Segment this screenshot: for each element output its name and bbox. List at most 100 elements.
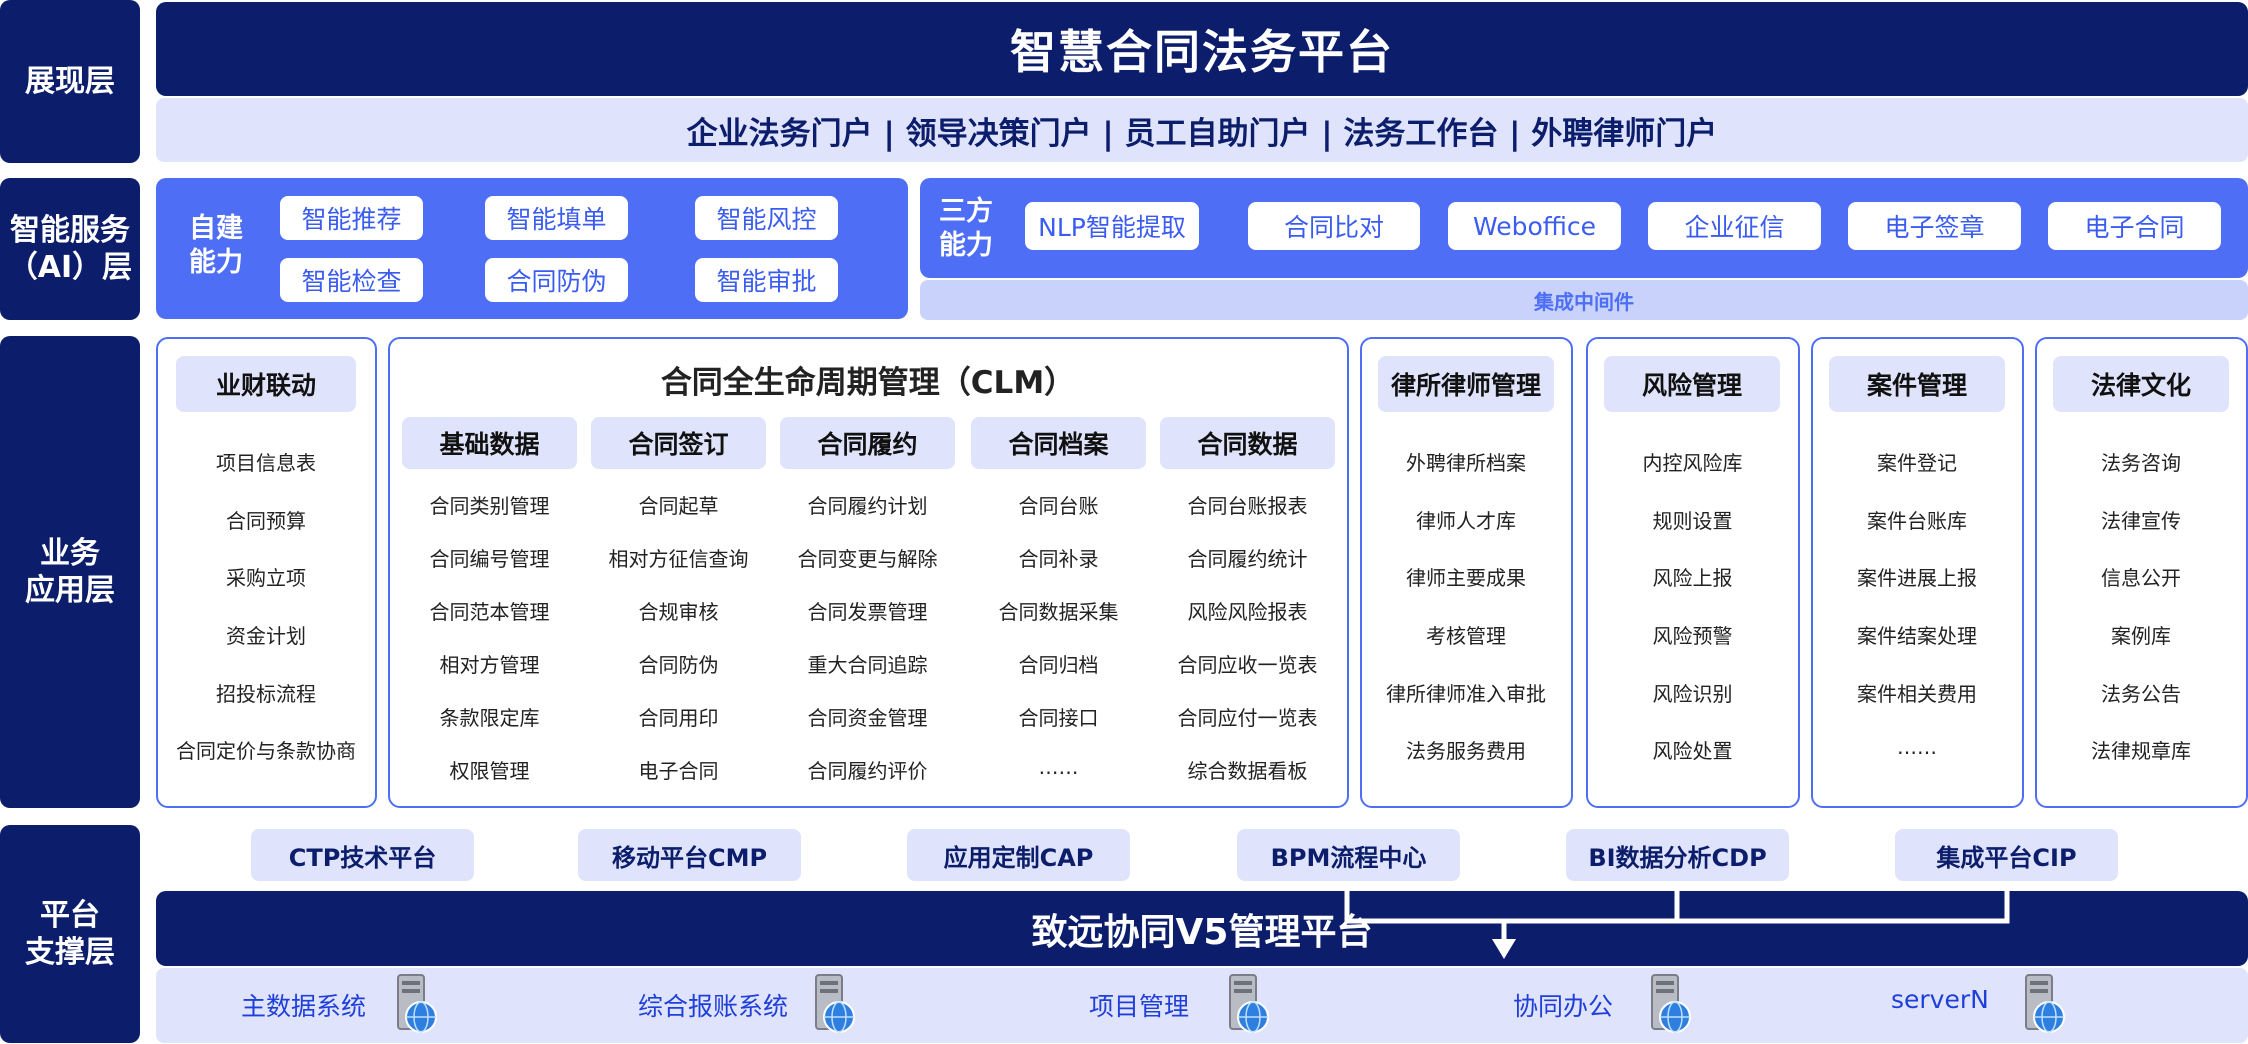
module-item: 案件相关费用 (1857, 682, 1977, 706)
module-case: 案件管理 案件登记 案件台账库 案件进展上报 案件结案处理 案件相关费用 …… (1811, 337, 2024, 808)
module-item: 合同预算 (226, 509, 306, 533)
module-title: 风险管理 (1604, 356, 1780, 412)
platform-chip-cip: 集成平台CIP (1895, 829, 2118, 881)
third-party-chip: 电子合同 (2048, 202, 2221, 250)
clm-item: 电子合同 (638, 759, 719, 783)
platform-chip-bpm: BPM流程中心 (1237, 829, 1460, 881)
clm-item: 合同履约计划 (807, 494, 928, 518)
clm-item: 合同履约评价 (807, 759, 928, 783)
server-globe-icon (2020, 973, 2066, 1037)
platform-title: 智慧合同法务平台 (156, 2, 2248, 96)
ai-chip: 智能风控 (695, 196, 838, 240)
clm-item: 合同编号管理 (429, 547, 550, 571)
connector-lines (1337, 891, 2017, 961)
module-item: 律所律师准入审批 (1386, 682, 1546, 706)
module-item: 法务咨询 (2101, 451, 2181, 475)
third-party-chip: NLP智能提取 (1025, 202, 1199, 250)
module-title: 律所律师管理 (1378, 356, 1554, 412)
clm-item: …… (1038, 755, 1079, 779)
clm-item: 合同台账报表 (1187, 494, 1308, 518)
module-item: 法律宣传 (2101, 509, 2181, 533)
portal-list: 企业法务门户 | 领导决策门户 | 员工自助门户 | 法务工作台 | 外聘律师门… (156, 98, 2248, 162)
module-item: 法务服务费用 (1406, 739, 1526, 763)
self-built-capabilities-panel: 自建 能力 智能推荐 智能填单 智能风控 智能检查 合同防伪 智能审批 (156, 178, 908, 319)
module-item: 律师主要成果 (1406, 566, 1526, 590)
ai-chip: 智能检查 (280, 258, 423, 302)
clm-item: 条款限定库 (439, 706, 540, 730)
third-party-capabilities-panel: 三方 能力 NLP智能提取 合同比对 Weboffice 企业征信 电子签章 电… (920, 178, 2248, 278)
clm-item: 合同类别管理 (429, 494, 550, 518)
module-item: 案件登记 (1877, 451, 1957, 475)
module-item: 案件进展上报 (1857, 566, 1977, 590)
clm-column-title: 合同档案 (971, 417, 1146, 469)
clm-item: 合同起草 (638, 494, 719, 518)
module-item: 法律规章库 (2091, 739, 2191, 763)
clm-item: 合同归档 (1018, 653, 1099, 677)
clm-column-title: 合同数据 (1160, 417, 1335, 469)
module-clm: 合同全生命周期管理（CLM） 基础数据 合同类别管理 合同编号管理 合同范本管理… (388, 337, 1349, 808)
clm-item: 合同履约统计 (1187, 547, 1308, 571)
server-globe-icon (1224, 973, 1270, 1037)
module-item: 风险上报 (1652, 566, 1733, 590)
third-party-chip: 企业征信 (1648, 202, 1821, 250)
layer-label-platform: 平台 支撑层 (0, 825, 140, 1043)
ai-chip: 智能推荐 (280, 196, 423, 240)
module-item: …… (1897, 735, 1937, 759)
module-item: 风险识别 (1652, 682, 1733, 706)
clm-item: 相对方管理 (439, 653, 540, 677)
module-item: 资金计划 (226, 624, 306, 648)
server-globe-icon (810, 973, 856, 1037)
clm-item: 合规审核 (638, 600, 719, 624)
connector-arrow-icon (1344, 891, 2010, 959)
clm-item: 合同接口 (1018, 706, 1099, 730)
platform-chip-cdp: BI数据分析CDP (1566, 829, 1789, 881)
module-yecai: 业财联动 项目信息表 合同预算 采购立项 资金计划 招投标流程 合同定价与条款协… (156, 337, 377, 808)
clm-column-title: 合同履约 (780, 417, 955, 469)
clm-item: 合同补录 (1018, 547, 1099, 571)
module-legal-culture: 法律文化 法务咨询 法律宣传 信息公开 案例库 法务公告 法律规章库 (2035, 337, 2248, 808)
module-title: 案件管理 (1829, 356, 2005, 412)
module-item: 招投标流程 (216, 682, 316, 706)
third-party-chip: 电子签章 (1848, 202, 2021, 250)
clm-column-title: 基础数据 (402, 417, 577, 469)
module-item: 采购立项 (226, 566, 306, 590)
platform-chip-cap: 应用定制CAP (907, 829, 1130, 881)
clm-item: 合同应付一览表 (1177, 706, 1318, 730)
module-title: 法律文化 (2053, 356, 2229, 412)
clm-column-title: 合同签订 (591, 417, 766, 469)
module-item: 考核管理 (1426, 624, 1506, 648)
platform-chip-ctp: CTP技术平台 (251, 829, 474, 881)
module-item: 风险处置 (1652, 739, 1733, 763)
ai-chip: 智能填单 (485, 196, 628, 240)
module-item: 案例库 (2111, 624, 2171, 648)
module-item: 信息公开 (2101, 566, 2181, 590)
clm-item: 权限管理 (449, 759, 530, 783)
platform-chip-cmp: 移动平台CMP (578, 829, 801, 881)
system-label: 综合报账系统 (638, 992, 789, 1021)
module-law-firm: 律所律师管理 外聘律所档案 律师人才库 律师主要成果 考核管理 律所律师准入审批… (1360, 337, 1573, 808)
clm-item: 综合数据看板 (1187, 759, 1308, 783)
system-label: 主数据系统 (241, 992, 367, 1021)
clm-item: 重大合同追踪 (807, 653, 928, 677)
layer-label-ai: 智能服务 （AI）层 (0, 178, 140, 320)
third-party-chip: Weboffice (1448, 202, 1621, 250)
system-label: 项目管理 (1089, 992, 1190, 1021)
server-globe-icon (1646, 973, 1692, 1037)
clm-item: 合同防伪 (638, 653, 719, 677)
module-item: 合同定价与条款协商 (176, 739, 356, 763)
module-item: 律师人才库 (1416, 509, 1516, 533)
module-item: 内控风险库 (1642, 451, 1743, 475)
module-risk: 风险管理 内控风险库 规则设置 风险上报 风险预警 风险识别 风险处置 (1586, 337, 1800, 808)
module-item: 法务公告 (2101, 682, 2181, 706)
module-item: 案件台账库 (1867, 509, 1967, 533)
third-party-label: 三方 能力 (939, 196, 993, 261)
module-item: 项目信息表 (216, 451, 316, 475)
module-item: 案件结案处理 (1857, 624, 1977, 648)
clm-item: 合同变更与解除 (797, 547, 938, 571)
clm-item: 风险风险报表 (1187, 600, 1308, 624)
clm-item: 合同范本管理 (429, 600, 550, 624)
clm-item: 合同台账 (1018, 494, 1099, 518)
clm-item: 合同数据采集 (998, 600, 1119, 624)
clm-title: 合同全生命周期管理（CLM） (660, 365, 1076, 401)
module-item: 规则设置 (1652, 509, 1733, 533)
